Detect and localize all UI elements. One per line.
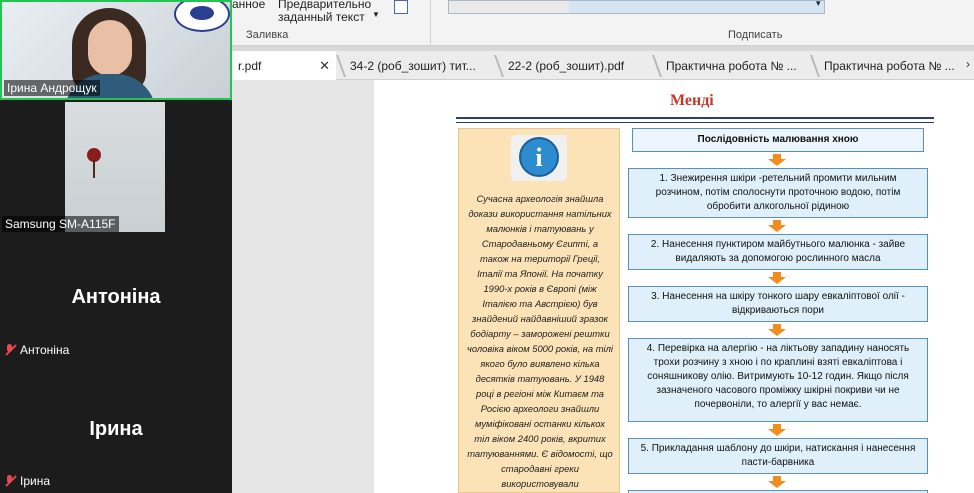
participant-video-tile-active[interactable]: Ірина Андрощук bbox=[0, 0, 232, 100]
tab-label: 22-2 (роб_зошит).pdf bbox=[508, 58, 625, 73]
chevron-down-icon[interactable]: ▾ bbox=[816, 0, 821, 9]
ribbon-group-sign: Подписать bbox=[728, 29, 783, 41]
participant-name-muted[interactable]: Ірина bbox=[4, 474, 50, 488]
info-text: Сучасна археологія знайшла докази викори… bbox=[467, 193, 613, 489]
close-icon[interactable]: ✕ bbox=[319, 58, 330, 74]
arrow-down-icon bbox=[766, 424, 788, 436]
arrow-down-icon bbox=[766, 324, 788, 336]
tab-active-document[interactable]: r.pdf ✕ bbox=[232, 51, 336, 80]
arrow-down-icon bbox=[766, 476, 788, 488]
chevron-right-icon[interactable]: › bbox=[966, 57, 970, 71]
participant-name-large: Ірина bbox=[89, 418, 143, 440]
document-title: Менді bbox=[670, 92, 714, 109]
predefined-text-line2[interactable]: заданный текст bbox=[278, 10, 365, 24]
participant-video-tile[interactable]: Samsung SM-A115F bbox=[0, 100, 232, 234]
viewer-margin bbox=[232, 80, 374, 493]
arrow-down-icon bbox=[766, 154, 788, 166]
participant-video-frame bbox=[65, 102, 165, 232]
title-rule bbox=[456, 117, 934, 119]
microphone-muted-icon bbox=[4, 344, 16, 356]
tab-label: Практична робота № ... bbox=[666, 58, 797, 73]
flowchart-step: 1. Знежирення шкіри -ретельний промити м… bbox=[628, 168, 928, 218]
arrow-down-icon bbox=[766, 272, 788, 284]
document-tabs: r.pdf ✕ 34-2 (роб_зошит) тит... 22-2 (ро… bbox=[232, 51, 974, 80]
tab-label: Практична робота № ... bbox=[824, 58, 955, 73]
participant-name-tag: Ірина Андрощук bbox=[4, 80, 100, 96]
pdf-ribbon-toolbar: анное Предварительно заданный текст ▼ ▾ … bbox=[232, 0, 974, 46]
flowchart-step: 3. Нанесення на шкіру тонкого шару евкал… bbox=[628, 286, 928, 322]
tab-document[interactable]: 34-2 (роб_зошит) тит... bbox=[344, 51, 496, 80]
participant-name-tag: Samsung SM-A115F bbox=[2, 216, 119, 232]
ribbon-checkbox[interactable] bbox=[394, 0, 408, 14]
sign-field[interactable] bbox=[448, 0, 825, 14]
participant-name-label: Ірина bbox=[20, 474, 51, 488]
tab-document[interactable]: 22-2 (роб_зошит).pdf bbox=[502, 51, 654, 80]
chevron-down-icon[interactable]: ▼ bbox=[372, 10, 380, 19]
tab-label: 34-2 (роб_зошит) тит... bbox=[350, 58, 476, 73]
zoom-meeting-window: Ірина Андрощук Samsung SM-A115F Антоніна… bbox=[0, 0, 974, 493]
microphone-muted-icon bbox=[4, 475, 16, 487]
shared-screen: анное Предварительно заданный текст ▼ ▾ … bbox=[232, 0, 974, 493]
pdf-page: Менді i Сучасна археологія знайшла доказ… bbox=[374, 80, 974, 493]
ribbon-separator bbox=[430, 0, 431, 44]
tab-document[interactable]: Практична робота № ... bbox=[818, 51, 958, 80]
info-icon: i bbox=[511, 135, 567, 181]
tab-document[interactable]: Практична робота № ... bbox=[660, 51, 812, 80]
ribbon-partial-label[interactable]: анное bbox=[232, 0, 265, 11]
participants-panel: Ірина Андрощук Samsung SM-A115F Антоніна… bbox=[0, 0, 232, 493]
flowchart-step: 4. Перевірка на алергію - на ліктьову за… bbox=[628, 338, 928, 422]
ribbon-group-fill: Заливка bbox=[246, 29, 289, 41]
participant-name-muted[interactable]: Антоніна bbox=[4, 343, 69, 357]
title-rule-thin bbox=[456, 122, 934, 123]
participant-name-label: Антоніна bbox=[20, 343, 70, 357]
flowchart-step: 5. Прикладання шаблону до шкіри, натиска… bbox=[628, 438, 928, 474]
pdf-viewer[interactable]: Менді i Сучасна археологія знайшла доказ… bbox=[232, 80, 974, 493]
tab-label: r.pdf bbox=[238, 58, 262, 73]
participant-name-large: Антоніна bbox=[71, 286, 161, 308]
flowchart-step: 2. Нанесення пунктиром майбутнього малюн… bbox=[628, 234, 928, 270]
arrow-down-icon bbox=[766, 220, 788, 232]
flowchart-heading: Послідовність малювання хною bbox=[632, 128, 924, 152]
info-sidebar: i Сучасна археологія знайшла докази вико… bbox=[458, 128, 620, 493]
university-logo bbox=[174, 2, 230, 32]
